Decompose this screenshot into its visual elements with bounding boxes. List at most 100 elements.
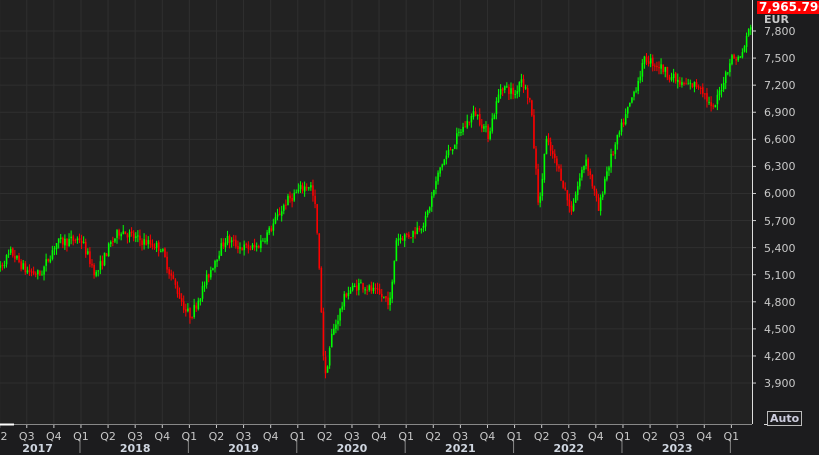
candle-body [212,268,214,271]
candle-body [383,296,385,298]
candle-body [576,186,579,196]
candle-body [12,248,14,256]
candle-body [105,253,108,257]
candle-body [178,293,181,299]
candle-body [39,270,41,276]
candle-body [70,236,72,239]
candle-body [235,239,237,247]
candle-body [310,185,312,188]
candle-body [533,115,535,149]
candle-body [245,243,248,245]
price-chart[interactable] [0,0,819,453]
candle-body [80,241,83,243]
candle-body [320,268,323,313]
candle-body [451,149,454,151]
candle-body [579,178,581,187]
candle-body [443,159,446,166]
candle-body [618,132,621,135]
candle-body [570,205,573,212]
candle-body [312,185,314,196]
candle-body [687,83,690,85]
candle-body [393,260,396,283]
candle-body [147,240,150,245]
y-tick-label: 3,900 [764,377,796,391]
y-tick-label: 6,900 [764,106,796,120]
candle-body [155,242,158,248]
candle-body [118,230,120,236]
candle-body [510,88,512,94]
candle-body [702,87,704,94]
candle-body [205,274,208,285]
candle-body [295,192,298,194]
candle-body [656,65,658,68]
candle-body [727,72,729,74]
candle-body [666,66,669,78]
candle-body [674,73,677,82]
candle-body [435,181,437,190]
candle-body [62,237,64,245]
candle-body [387,297,389,306]
candle-body [349,290,352,294]
candle-body [562,180,564,188]
candle-body [433,189,435,196]
candle-body [720,89,723,92]
candle-body [599,197,602,211]
candle-body [474,111,477,116]
candle-body [410,237,412,239]
candle-body [93,265,95,276]
candle-body [66,238,68,246]
candle-body [253,244,256,248]
candle-body [741,52,744,58]
candle-body [568,199,571,207]
candle-body [539,196,542,203]
candle-body [355,285,358,291]
y-tick-label: 6,000 [764,187,796,201]
candle-body [293,192,296,201]
candle-body [574,194,577,203]
candle-body [572,203,575,211]
candle-body [372,287,375,292]
auto-scale-button[interactable]: Auto [767,411,803,426]
candle-body [99,261,102,270]
candle-body [16,255,18,259]
candle-body [624,114,627,125]
candle-body [345,293,348,297]
candle-body [145,239,148,245]
candle-body [166,256,168,270]
quarter-label: Q1 [398,430,415,443]
candle-body [514,93,517,95]
candle-body [76,238,79,240]
candle-body [524,87,527,89]
candle-body [297,189,300,192]
candle-body [645,56,648,62]
candle-body [597,197,600,211]
candle-body [547,138,550,143]
candle-body [739,56,742,58]
candle-body [376,288,379,290]
candle-body [203,285,206,287]
candle-body [120,234,123,237]
candle-body [708,101,710,103]
candle-body [149,240,152,245]
candle-body [168,269,170,275]
candle-body [629,102,631,107]
candle-body [137,235,139,237]
candle-body [74,240,77,242]
candle-body [401,238,404,241]
candle-body [160,251,162,253]
candle-body [491,118,494,132]
candle-body [276,214,279,217]
candle-body [1,264,4,266]
candle-body [743,46,746,52]
candle-body [643,56,646,64]
candle-body [695,82,698,88]
candle-body [9,248,12,253]
y-tick-label: 7,200 [764,79,796,93]
candle-body [305,187,308,189]
candle-body [24,263,27,273]
candle-body [260,240,262,249]
candle-body [191,316,193,318]
candle-body [128,232,131,238]
candle-body [197,300,200,310]
candle-body [68,238,70,247]
